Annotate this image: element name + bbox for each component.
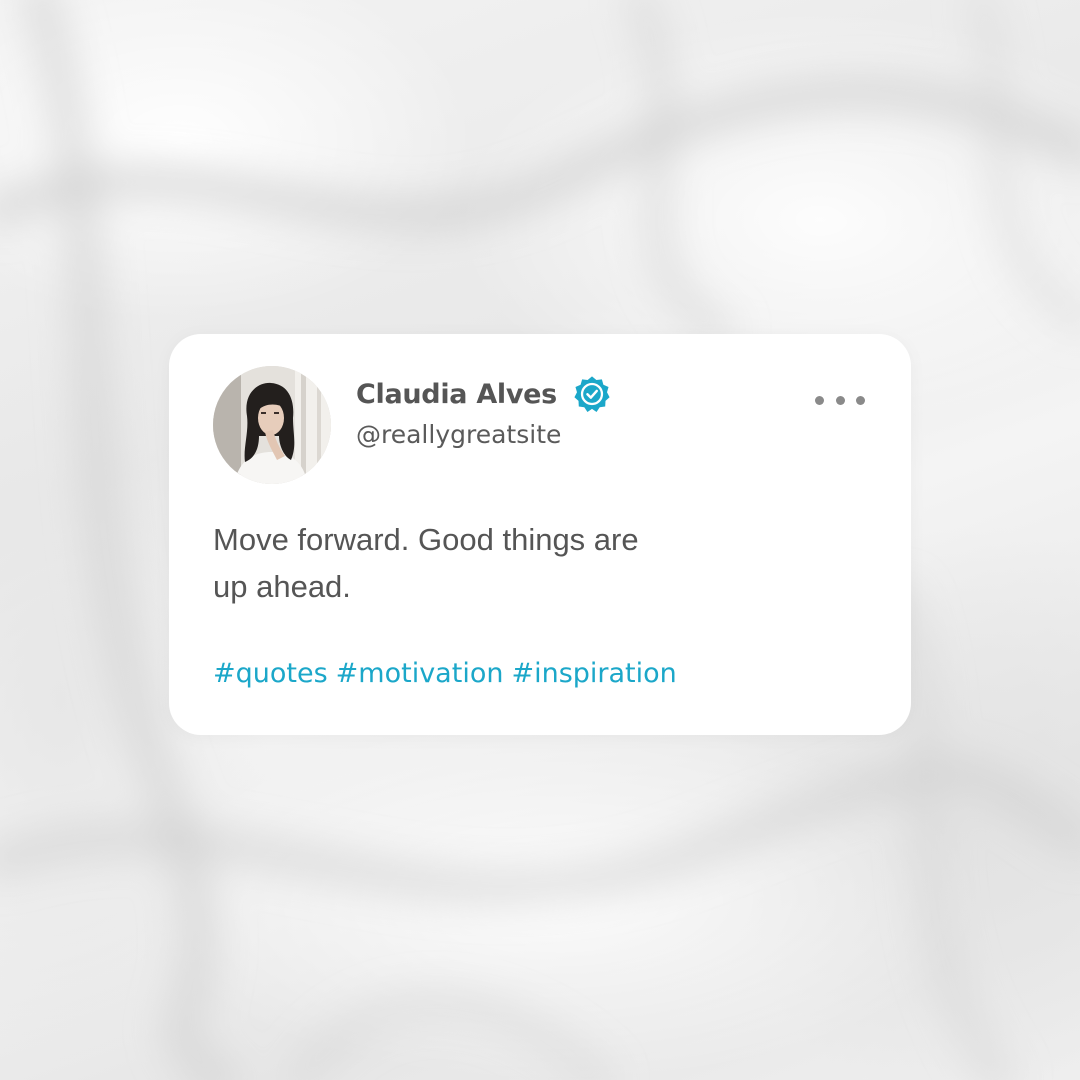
post-card: Claudia Alves @reallygreatsite Move forw… xyxy=(169,334,911,735)
post-text-line-2: up ahead. xyxy=(213,569,351,604)
author-name[interactable]: Claudia Alves xyxy=(356,379,557,410)
verified-badge-icon xyxy=(574,376,610,412)
post-text-line-1: Move forward. Good things are xyxy=(213,522,639,557)
dot-icon xyxy=(856,395,865,405)
author-row: Claudia Alves xyxy=(356,374,611,414)
post-text: Move forward. Good things are up ahead. xyxy=(213,516,713,610)
author-handle[interactable]: @reallygreatsite xyxy=(356,420,561,449)
hashtag-link[interactable]: #motivation xyxy=(336,658,504,689)
dot-icon xyxy=(815,395,824,405)
hashtag-link[interactable]: #inspiration xyxy=(511,658,676,689)
hashtag-list: #quotes #motivation #inspiration xyxy=(213,658,677,689)
hashtag-link[interactable]: #quotes xyxy=(213,658,328,689)
avatar-photo xyxy=(213,366,331,484)
more-options-icon[interactable] xyxy=(815,390,865,410)
avatar[interactable] xyxy=(213,366,331,484)
dot-icon xyxy=(835,395,845,405)
